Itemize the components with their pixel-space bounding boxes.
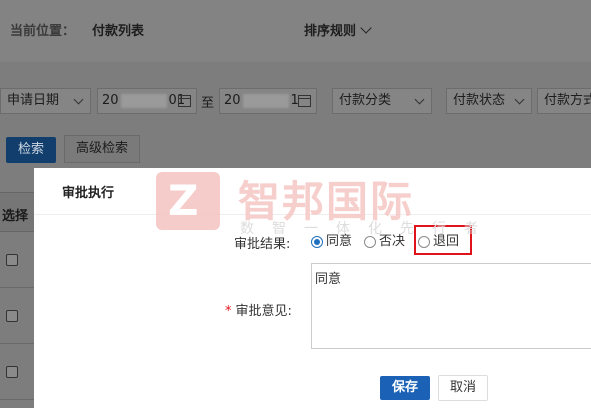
- chevron-down-icon: [514, 94, 525, 105]
- radio-agree-label: 同意: [326, 234, 353, 249]
- payment-status-select[interactable]: 付款状态: [446, 88, 532, 114]
- date-to-input[interactable]: 20 1: [219, 88, 317, 114]
- required-marker: *: [225, 304, 232, 319]
- date-type-select[interactable]: 申请日期: [0, 88, 91, 114]
- table-row[interactable]: [0, 232, 34, 288]
- calendar-icon[interactable]: [298, 95, 311, 107]
- sort-rule-label: 排序规则: [304, 24, 357, 39]
- payment-category-value: 付款分类: [339, 93, 392, 108]
- radio-dot[interactable]: [311, 236, 323, 248]
- calendar-icon[interactable]: [178, 95, 191, 107]
- radio-dot[interactable]: [364, 236, 376, 248]
- opinion-label: * 审批意见:: [225, 300, 292, 319]
- opinion-textarea[interactable]: 同意: [311, 263, 591, 349]
- sort-rule-dropdown[interactable]: 排序规则: [304, 20, 372, 39]
- payment-method-value: 付款方式: [544, 93, 591, 108]
- annotation-highlight-box: [414, 225, 472, 255]
- payment-category-select[interactable]: 付款分类: [332, 88, 432, 114]
- search-button[interactable]: 检索: [6, 137, 56, 163]
- dialog-title: 审批执行: [62, 186, 115, 201]
- table-row[interactable]: [0, 344, 34, 400]
- chevron-down-icon: [414, 94, 425, 105]
- breadcrumb-current: 付款列表: [92, 24, 145, 39]
- radio-reject-label: 否决: [379, 234, 406, 249]
- opinion-label-text: 审批意见:: [235, 304, 292, 319]
- dialog-divider: [34, 214, 591, 215]
- redacted-date-part: [120, 93, 167, 108]
- date-from-prefix: 20: [102, 93, 119, 108]
- result-label: 审批结果:: [234, 237, 291, 252]
- save-button[interactable]: 保存: [380, 376, 430, 400]
- date-from-input[interactable]: 20 01: [97, 88, 197, 114]
- payment-status-value: 付款状态: [453, 93, 506, 108]
- table-row[interactable]: [0, 288, 34, 344]
- redacted-date-part: [242, 93, 289, 108]
- top-bar: 当前位置： 付款列表 排序规则: [0, 0, 591, 62]
- row-checkbox[interactable]: [6, 310, 18, 322]
- filter-bar: 申请日期 20 01 至 20 1 付款分类 付款状态 付款方式: [0, 88, 591, 116]
- cancel-button[interactable]: 取消: [438, 375, 488, 401]
- select-column-header: 选择: [2, 209, 29, 224]
- chevron-down-icon: [360, 22, 372, 34]
- row-checkbox[interactable]: [6, 366, 18, 378]
- advanced-search-button[interactable]: 高级检索: [64, 135, 140, 163]
- date-to-prefix: 20: [224, 93, 241, 108]
- payment-method-select[interactable]: 付款方式: [537, 88, 591, 114]
- breadcrumb-label: 当前位置：: [10, 24, 76, 39]
- date-range-separator: 至: [201, 96, 215, 111]
- date-type-value: 申请日期: [7, 93, 60, 108]
- approval-dialog: 审批执行 审批结果: 同意 否决 退回 * 审批意见: 同意 保存 取消: [34, 168, 591, 408]
- row-checkbox[interactable]: [6, 254, 18, 266]
- chevron-down-icon: [73, 94, 84, 105]
